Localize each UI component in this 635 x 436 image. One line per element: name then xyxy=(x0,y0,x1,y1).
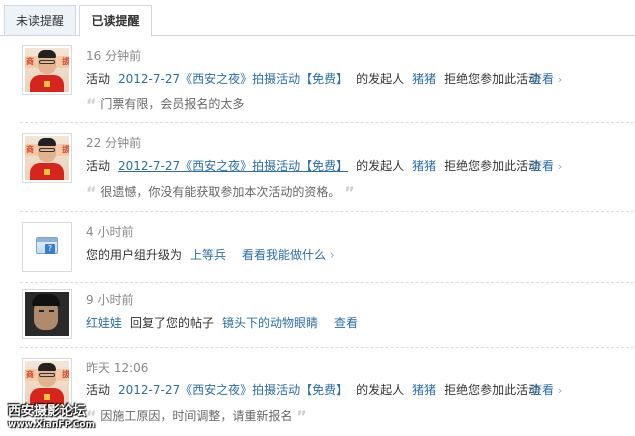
user-avatar-image: 商拔 xyxy=(25,48,69,92)
activity-link[interactable]: 2012-7-27《西安之夜》拍摄活动【免费】 xyxy=(118,383,348,397)
user-link[interactable]: 猪猪 xyxy=(412,72,436,86)
reason-quote: “ 门票有限，会员报名的太多 xyxy=(86,95,245,114)
open-quote-icon: “ xyxy=(86,95,97,114)
notification-item: ? 4 小时前 您的用户组升级为 上等兵 看看我能做什么 › xyxy=(20,214,634,283)
notification-item: 商拔 昨天 12:06 活动 2012-7-27《西安之夜》拍摄活动【免费】 的发起… xyxy=(20,350,634,436)
user-link[interactable]: 红娃娃 xyxy=(86,316,122,330)
avatar[interactable]: 商拔 xyxy=(22,133,72,183)
view-link[interactable]: 查看 › xyxy=(530,70,562,87)
notification-item: 商拔 22 分钟前 活动 2012-7-27《西安之夜》拍摄活动【免费】 的发起人猪… xyxy=(20,125,634,212)
view-link[interactable]: 查看 xyxy=(334,316,358,330)
close-quote-icon: ” xyxy=(296,407,307,426)
timestamp: 4 小时前 xyxy=(86,225,134,239)
chevron-right-icon: › xyxy=(557,73,563,86)
view-link[interactable]: 查看 › xyxy=(530,381,562,398)
activity-link[interactable]: 2012-7-27《西安之夜》拍摄活动【免费】 xyxy=(118,159,348,173)
notification-text: 活动 2012-7-27《西安之夜》拍摄活动【免费】 的发起人 猪猪 拒绝您参加此活动 xyxy=(86,70,540,87)
post-link[interactable]: 镜头下的动物眼睛 xyxy=(222,316,318,330)
reason-quote: “ 因施工原因，时间调整，请重新报名 ” xyxy=(86,407,307,426)
avatar[interactable]: 商拔 xyxy=(22,45,72,95)
avatar[interactable] xyxy=(22,289,72,339)
activity-link[interactable]: 2012-7-27《西安之夜》拍摄活动【免费】 xyxy=(118,72,348,86)
user-link[interactable]: 猪猪 xyxy=(412,159,436,173)
text-prefix: 活动 xyxy=(86,159,111,173)
open-quote-icon: “ xyxy=(86,183,97,202)
notification-text: 活动 2012-7-27《西安之夜》拍摄活动【免费】 的发起人 猪猪 拒绝您参加此活动 xyxy=(86,157,540,174)
privilege-link[interactable]: 看看我能做什么 xyxy=(242,248,326,262)
watermark-url: www.XianFP.Com xyxy=(8,420,95,430)
chevron-right-icon: › xyxy=(557,160,563,173)
tab-read[interactable]: 已读提醒 xyxy=(79,5,152,37)
timestamp: 22 分钟前 xyxy=(86,136,142,150)
text-prefix: 活动 xyxy=(86,383,111,397)
view-link[interactable]: 查看 › xyxy=(530,157,562,174)
text-action: 回复了您的帖子 xyxy=(130,316,215,330)
text-middle: 的发起人 xyxy=(356,72,405,86)
chevron-right-icon: › xyxy=(557,384,563,397)
notification-text: 红娃娃 回复了您的帖子 镜头下的动物眼睛 查看 xyxy=(86,314,358,331)
user-avatar-image: 商拔 xyxy=(25,361,69,405)
user-link[interactable]: 猪猪 xyxy=(412,383,436,397)
timestamp: 昨天 12:06 xyxy=(86,361,149,375)
notification-item: 商拔 16 分钟前 活动 2012-7-27《西安之夜》拍摄活动【免费】 的发起人猪… xyxy=(20,40,634,123)
text-middle: 的发起人 xyxy=(356,159,405,173)
close-quote-icon: ” xyxy=(344,183,355,202)
chevron-right-icon: › xyxy=(329,248,335,262)
tab-unread[interactable]: 未读提醒 xyxy=(4,5,76,36)
system-notice-icon: ? xyxy=(25,225,69,269)
user-avatar-image: 商拔 xyxy=(25,136,69,180)
user-avatar-image xyxy=(25,292,69,336)
avatar: ? xyxy=(22,222,72,272)
text-middle: 的发起人 xyxy=(356,383,405,397)
text-prefix: 活动 xyxy=(86,72,111,86)
timestamp: 16 分钟前 xyxy=(86,49,142,63)
reason-quote: “ 很遗憾，你没有能获取参加本次活动的资格。 ” xyxy=(86,183,355,202)
group-link[interactable]: 上等兵 xyxy=(190,248,226,262)
watermark-name: 西安摄影论坛 xyxy=(8,404,87,419)
notification-text: 您的用户组升级为 上等兵 看看我能做什么 › xyxy=(86,246,335,263)
text-action: 拒绝您参加此活动 xyxy=(444,383,541,397)
text-action: 拒绝您参加此活动 xyxy=(444,159,541,173)
timestamp: 9 小时前 xyxy=(86,293,134,307)
site-watermark: 西安摄影论坛 www.XianFP.Com xyxy=(8,400,95,430)
notification-text: 活动 2012-7-27《西安之夜》拍摄活动【免费】 的发起人 猪猪 拒绝您参加此活动 xyxy=(86,381,540,398)
text-action: 拒绝您参加此活动 xyxy=(444,72,541,86)
notification-item: 9 小时前 红娃娃 回复了您的帖子 镜头下的动物眼睛 查看 xyxy=(20,285,634,348)
text-prefix: 您的用户组升级为 xyxy=(86,248,183,262)
reminder-tabs: 未读提醒 已读提醒 xyxy=(0,0,635,37)
